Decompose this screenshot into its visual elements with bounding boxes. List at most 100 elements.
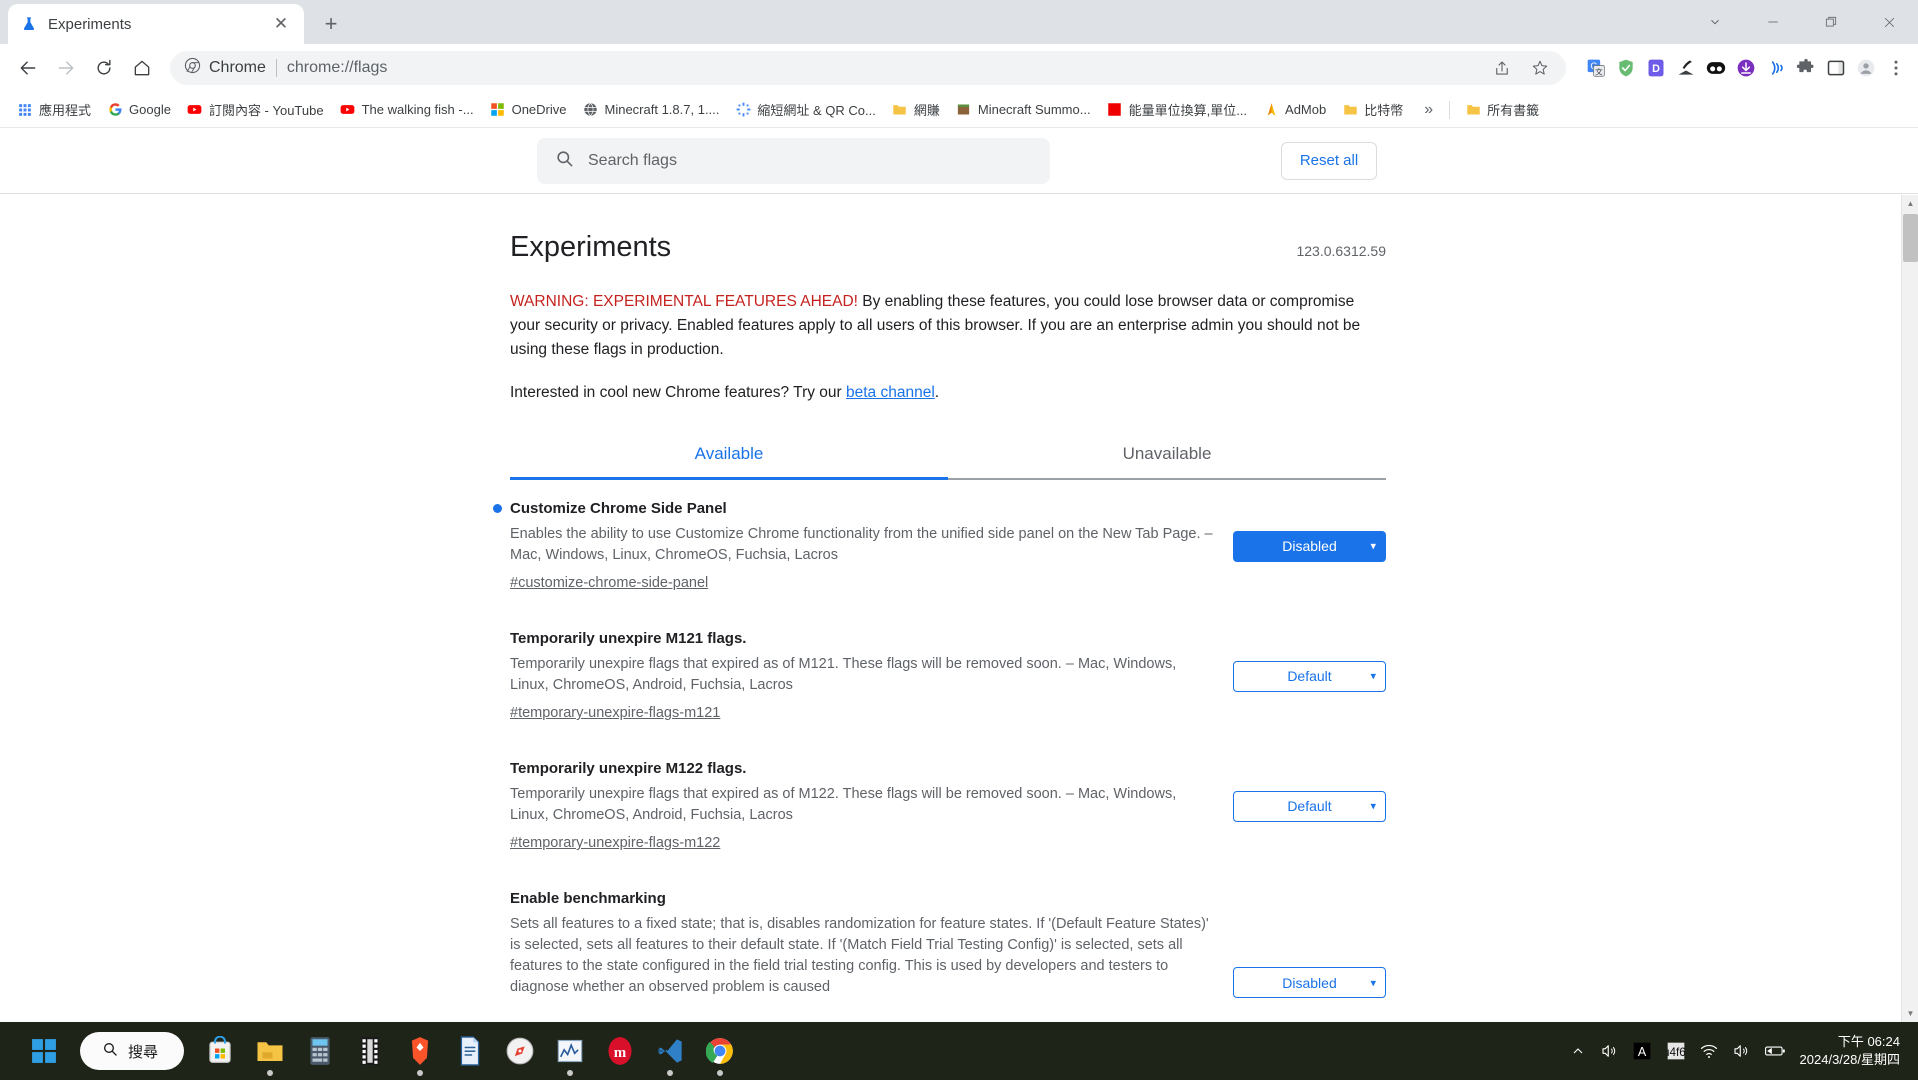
speaker-icon[interactable] bbox=[1600, 1042, 1618, 1060]
red-square-icon bbox=[1107, 102, 1123, 118]
clipper-icon[interactable] bbox=[1674, 56, 1698, 80]
home-icon[interactable] bbox=[124, 50, 160, 86]
taskbar-app-calculator[interactable] bbox=[298, 1029, 342, 1073]
flag-hash-link[interactable]: #customize-chrome-side-panel bbox=[510, 575, 708, 591]
tab-unavailable[interactable]: Unavailable bbox=[948, 432, 1386, 478]
taskbar-app-safari[interactable] bbox=[498, 1029, 542, 1073]
bookmarks-overflow-button[interactable]: » bbox=[1416, 99, 1441, 121]
flag-hash-link[interactable]: #temporary-unexpire-flags-m121 bbox=[510, 705, 720, 721]
minimize-button[interactable] bbox=[1744, 0, 1802, 44]
bookmark-item[interactable]: 網賺 bbox=[885, 96, 947, 123]
reload-icon[interactable] bbox=[86, 50, 122, 86]
flags-scroll-area[interactable]: Experiments 123.0.6312.59 WARNING: EXPER… bbox=[0, 195, 1918, 1022]
taskbar-app-libreoffice-writer[interactable] bbox=[448, 1029, 492, 1073]
shield-icon[interactable] bbox=[1614, 56, 1638, 80]
taskbar-app-google-chrome[interactable] bbox=[698, 1029, 742, 1073]
browser-tab-experiments[interactable]: Experiments ✕ bbox=[8, 4, 304, 44]
taskbar-app-visual-studio-code[interactable] bbox=[648, 1029, 692, 1073]
svg-text:A: A bbox=[1637, 1045, 1646, 1059]
search-icon bbox=[555, 149, 574, 173]
star-icon[interactable] bbox=[1522, 50, 1558, 86]
flag-state-select[interactable]: Default bbox=[1233, 660, 1386, 692]
side-panel-icon[interactable] bbox=[1824, 56, 1848, 80]
flag-entry: Customize Chrome Side Panel Enables the … bbox=[493, 480, 1386, 610]
flag-state-select[interactable]: Default bbox=[1233, 790, 1386, 822]
download-circle-icon[interactable] bbox=[1734, 56, 1758, 80]
forward-arrow-icon[interactable] bbox=[48, 50, 84, 86]
beta-suffix: . bbox=[934, 384, 940, 401]
puzzle-icon[interactable] bbox=[1794, 56, 1818, 80]
letter-a-icon[interactable]: A bbox=[1632, 1041, 1652, 1061]
address-bar[interactable]: Chrome chrome://flags bbox=[170, 51, 1566, 85]
new-tab-button[interactable]: + bbox=[314, 7, 348, 41]
bookmark-item[interactable]: 應用程式 bbox=[10, 96, 98, 123]
flag-title: Temporarily unexpire M122 flags. bbox=[510, 760, 747, 777]
bookmark-item[interactable]: 訂閱內容 - YouTube bbox=[180, 96, 331, 123]
search-input[interactable]: Search flags bbox=[537, 137, 1050, 184]
omnibox-chip: Chrome bbox=[184, 57, 266, 79]
two-dots-icon[interactable] bbox=[1704, 56, 1728, 80]
taskbar-app-file-explorer[interactable] bbox=[248, 1029, 292, 1073]
bookmark-item[interactable]: AdMob bbox=[1256, 98, 1333, 122]
scroll-up-button[interactable]: ▲ bbox=[1902, 195, 1918, 212]
clock-time: 下午 06:24 bbox=[1837, 1034, 1900, 1049]
flag-title-row: Temporarily unexpire M121 flags. bbox=[510, 630, 1215, 647]
reset-all-button[interactable]: Reset all bbox=[1281, 141, 1377, 180]
bookmark-item[interactable]: Minecraft 1.8.7, 1.... bbox=[576, 98, 727, 122]
three-dots-icon[interactable] bbox=[1884, 56, 1908, 80]
flag-state-select[interactable]: Disabled bbox=[1233, 530, 1386, 562]
wifi-waves-icon[interactable] bbox=[1764, 56, 1788, 80]
scroll-down-button[interactable]: ▼ bbox=[1902, 1005, 1918, 1022]
letter-d-icon[interactable]: D bbox=[1644, 56, 1668, 80]
taskbar-search-box[interactable]: 搜尋 bbox=[80, 1032, 185, 1070]
bookmark-item[interactable]: Minecraft Summo... bbox=[949, 98, 1098, 122]
close-icon[interactable]: ✕ bbox=[270, 13, 292, 35]
taskbar-app-video-editor[interactable] bbox=[348, 1029, 392, 1073]
tab-available[interactable]: Available bbox=[510, 432, 948, 480]
close-window-button[interactable] bbox=[1860, 0, 1918, 44]
omnibox-divider bbox=[275, 59, 277, 77]
flag-state-select[interactable]: Disabled bbox=[1233, 967, 1386, 998]
bookmark-item[interactable]: 比特幣 bbox=[1335, 96, 1410, 123]
all-bookmarks-button[interactable]: 所有書籤 bbox=[1458, 96, 1546, 123]
restore-button[interactable] bbox=[1802, 0, 1860, 44]
bookmark-item[interactable]: Google bbox=[100, 98, 178, 122]
scrollbar-thumb[interactable] bbox=[1903, 214, 1918, 262]
bookmark-item[interactable]: OneDrive bbox=[483, 98, 574, 122]
bookmark-item[interactable]: 能量單位換算,單位... bbox=[1100, 96, 1254, 123]
chevron-up-icon[interactable] bbox=[1570, 1043, 1586, 1059]
bookmark-label: OneDrive bbox=[511, 102, 567, 117]
taskbar-app-mathcha[interactable]: m bbox=[598, 1029, 642, 1073]
translate-icon[interactable]: G文 bbox=[1584, 56, 1608, 80]
taskbar-clock[interactable]: 下午 06:24 2024/3/28/星期四 bbox=[1800, 1033, 1900, 1069]
chinese-char-icon[interactable]: \u4f60 bbox=[1666, 1041, 1686, 1061]
bookmark-label: 應用程式 bbox=[39, 103, 92, 118]
battery-icon[interactable] bbox=[1764, 1043, 1786, 1059]
chrome-version-label: 123.0.6312.59 bbox=[1296, 243, 1386, 259]
flag-select-wrapper: Default ▾ bbox=[1233, 660, 1386, 692]
start-button[interactable] bbox=[22, 1029, 66, 1073]
flag-hash-link[interactable]: #temporary-unexpire-flags-m122 bbox=[510, 835, 720, 851]
taskbar-app-task-manager[interactable] bbox=[548, 1029, 592, 1073]
share-icon[interactable] bbox=[1484, 50, 1520, 86]
omnibox-chip-label: Chrome bbox=[209, 59, 266, 76]
bookmark-item[interactable]: The walking fish -... bbox=[333, 98, 481, 122]
back-arrow-icon[interactable] bbox=[10, 50, 46, 86]
taskbar-app-brave-browser[interactable] bbox=[398, 1029, 442, 1073]
profile-icon[interactable] bbox=[1854, 56, 1878, 80]
flag-select-wrapper: Disabled ▾ bbox=[1233, 967, 1386, 998]
apps-grid-icon bbox=[17, 102, 33, 118]
tab-search-button[interactable] bbox=[1686, 0, 1744, 44]
speaker-icon[interactable] bbox=[1732, 1042, 1750, 1060]
wifi-icon[interactable] bbox=[1700, 1042, 1718, 1060]
beta-channel-link[interactable]: beta channel bbox=[846, 384, 935, 401]
bookmark-label: 網賺 bbox=[913, 103, 940, 118]
flags-content: Experiments 123.0.6312.59 WARNING: EXPER… bbox=[493, 195, 1386, 1016]
flag-select-wrapper: Disabled ▾ bbox=[1233, 530, 1386, 562]
flag-description: Enables the ability to use Customize Chr… bbox=[510, 526, 1213, 563]
flag-info: Enable benchmarking Sets all features to… bbox=[510, 890, 1215, 998]
bookmark-item[interactable]: 縮短網址 & QR Co... bbox=[728, 96, 882, 123]
clock-date: 2024/3/28/星期四 bbox=[1799, 1052, 1900, 1067]
page-scrollbar[interactable]: ▲ ▼ bbox=[1901, 195, 1918, 1022]
taskbar-app-microsoft-store[interactable] bbox=[198, 1029, 242, 1073]
